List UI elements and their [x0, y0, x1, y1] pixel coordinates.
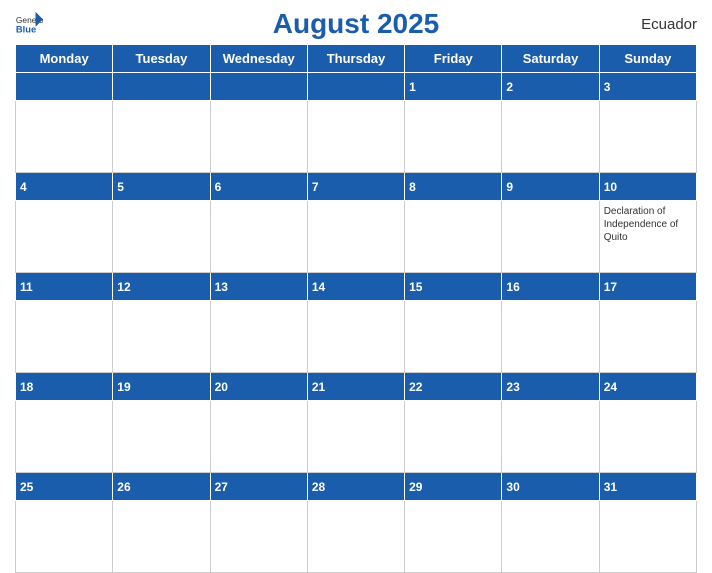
week-1-day-7-num: 3 [599, 73, 696, 101]
col-monday: Monday [16, 45, 113, 73]
week-2-day-7-cell: Declaration of Independence of Quito [599, 201, 696, 273]
week-4-day-6-cell [502, 401, 599, 473]
week-4-day-5-cell [405, 401, 502, 473]
week-2-day-3-cell [210, 201, 307, 273]
week-5-day-3-num: 27 [210, 473, 307, 501]
week-3-day-3-num: 13 [210, 273, 307, 301]
week-1-day-6-cell [502, 101, 599, 173]
week-3-day-5-num: 15 [405, 273, 502, 301]
week-3-day-6-cell [502, 301, 599, 373]
week-1-day-1-cell [16, 101, 113, 173]
week-2-header-row: 45678910 [16, 173, 697, 201]
week-5-day-4-cell [307, 501, 404, 573]
week-5-day-2-num: 26 [113, 473, 210, 501]
week-5-day-6-cell [502, 501, 599, 573]
week-2-day-6-cell [502, 201, 599, 273]
week-4-day-7-num: 24 [599, 373, 696, 401]
week-2-day-2-cell [113, 201, 210, 273]
week-4-day-6-num: 23 [502, 373, 599, 401]
page-header: General Blue August 2025 Ecuador [15, 10, 697, 38]
week-4-day-4-cell [307, 401, 404, 473]
col-thursday: Thursday [307, 45, 404, 73]
week-5-day-4-num: 28 [307, 473, 404, 501]
week-4-day-1-cell [16, 401, 113, 473]
week-5-day-2-cell [113, 501, 210, 573]
col-wednesday: Wednesday [210, 45, 307, 73]
week-4-header-row: 18192021222324 [16, 373, 697, 401]
week-3-day-5-cell [405, 301, 502, 373]
week-1-day-6-num: 2 [502, 73, 599, 101]
svg-text:Blue: Blue [16, 24, 36, 34]
week-5-day-1-cell [16, 501, 113, 573]
col-friday: Friday [405, 45, 502, 73]
week-1-day-5-cell [405, 101, 502, 173]
week-2-body-row: Declaration of Independence of Quito [16, 201, 697, 273]
week-5-day-7-cell [599, 501, 696, 573]
week-4-day-7-cell [599, 401, 696, 473]
week-3-day-7-num: 17 [599, 273, 696, 301]
week-4-day-3-cell [210, 401, 307, 473]
week-3-day-2-cell [113, 301, 210, 373]
week-3-day-4-cell [307, 301, 404, 373]
col-tuesday: Tuesday [113, 45, 210, 73]
week-1-day-1-num [16, 73, 113, 101]
week-1-day-5-num: 1 [405, 73, 502, 101]
week-3-day-2-num: 12 [113, 273, 210, 301]
week-2-day-6-num: 9 [502, 173, 599, 201]
week-1-header-row: 123 [16, 73, 697, 101]
week-5-day-3-cell [210, 501, 307, 573]
week-2-day-4-cell [307, 201, 404, 273]
calendar-title: August 2025 [273, 8, 440, 40]
week-3-day-6-num: 16 [502, 273, 599, 301]
col-saturday: Saturday [502, 45, 599, 73]
week-1-day-7-cell [599, 101, 696, 173]
calendar-table: Monday Tuesday Wednesday Thursday Friday… [15, 44, 697, 573]
week-4-body-row [16, 401, 697, 473]
week-1-day-3-num [210, 73, 307, 101]
week-2-day-3-num: 6 [210, 173, 307, 201]
week-3-day-4-num: 14 [307, 273, 404, 301]
week-5-day-7-num: 31 [599, 473, 696, 501]
week-2-day-5-cell [405, 201, 502, 273]
week-3-day-1-num: 11 [16, 273, 113, 301]
week-2-day-1-num: 4 [16, 173, 113, 201]
week-1-day-3-cell [210, 101, 307, 173]
week-5-day-5-cell [405, 501, 502, 573]
week-2-day-7-num: 10 [599, 173, 696, 201]
week-5-body-row [16, 501, 697, 573]
week-3-day-3-cell [210, 301, 307, 373]
week-1-day-4-cell [307, 101, 404, 173]
week-4-day-4-num: 21 [307, 373, 404, 401]
week-3-header-row: 11121314151617 [16, 273, 697, 301]
week-2-day-2-num: 5 [113, 173, 210, 201]
week-3-body-row [16, 301, 697, 373]
logo-icon: General Blue [15, 10, 43, 38]
days-header-row: Monday Tuesday Wednesday Thursday Friday… [16, 45, 697, 73]
week-2-day-1-cell [16, 201, 113, 273]
week-1-day-2-cell [113, 101, 210, 173]
week-4-day-5-num: 22 [405, 373, 502, 401]
week-3-day-1-cell [16, 301, 113, 373]
week-1-body-row [16, 101, 697, 173]
week-4-day-3-num: 20 [210, 373, 307, 401]
week-5-day-6-num: 30 [502, 473, 599, 501]
week-1-day-2-num [113, 73, 210, 101]
week-5-header-row: 25262728293031 [16, 473, 697, 501]
week-3-day-7-cell [599, 301, 696, 373]
country-label: Ecuador [641, 16, 697, 33]
week-5-day-1-num: 25 [16, 473, 113, 501]
week-2-day-5-num: 8 [405, 173, 502, 201]
week-4-day-2-num: 19 [113, 373, 210, 401]
logo: General Blue [15, 10, 43, 38]
week-2-day-4-num: 7 [307, 173, 404, 201]
col-sunday: Sunday [599, 45, 696, 73]
week-4-day-2-cell [113, 401, 210, 473]
week-1-day-4-num [307, 73, 404, 101]
week-5-day-5-num: 29 [405, 473, 502, 501]
week-4-day-1-num: 18 [16, 373, 113, 401]
